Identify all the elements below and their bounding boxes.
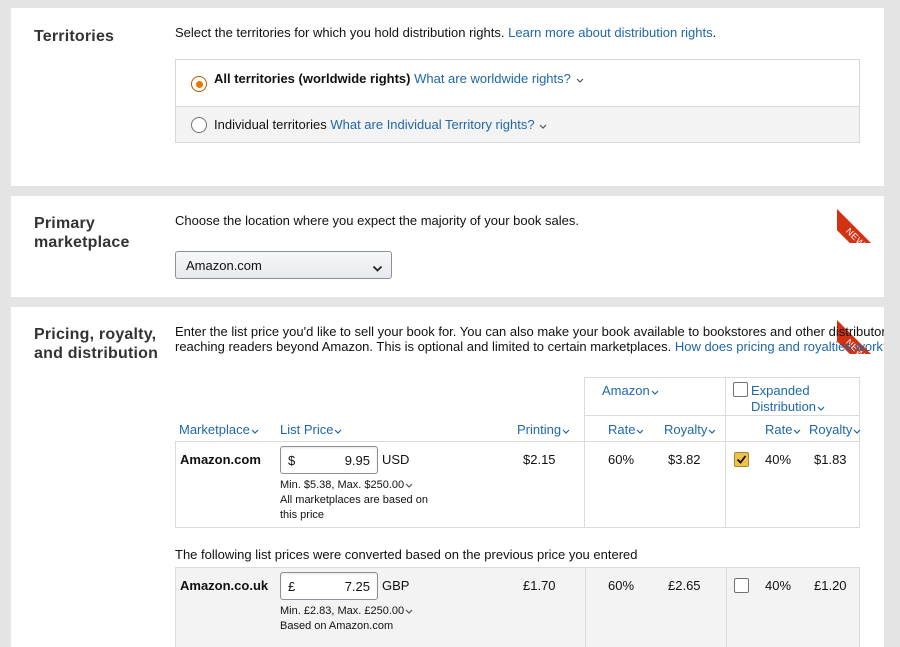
- chevron-down-icon: [404, 481, 414, 489]
- exp-rate: 40%: [765, 452, 792, 467]
- royalty-amount: £2.65: [668, 578, 701, 593]
- pricing-royalties-link[interactable]: How does pricing and royalties work?: [675, 339, 884, 354]
- expanded-distribution-checkbox[interactable]: [734, 578, 749, 593]
- marketplace-intro: Choose the location where you expect the…: [175, 213, 579, 228]
- chevron-down-icon: [707, 427, 717, 435]
- price-note: All marketplaces are based on this price: [280, 494, 428, 521]
- territory-option-all[interactable]: All territories (worldwide rights) What …: [175, 59, 860, 107]
- table-divider: [175, 441, 176, 528]
- chevron-down-icon: [561, 427, 571, 435]
- chevron-down-icon: [404, 607, 414, 615]
- exp-rate: 40%: [765, 578, 792, 593]
- row-marketplace: Amazon.com: [180, 452, 261, 467]
- marketplace-select-value: Amazon.com: [186, 258, 262, 273]
- marketplace-select[interactable]: Amazon.com: [175, 251, 392, 279]
- royalty-rate: 60%: [608, 578, 635, 593]
- territories-intro-text: Select the territories for which you hol…: [175, 25, 505, 40]
- royalty-amount: $3.82: [668, 452, 701, 467]
- chevron-down-icon: [635, 427, 645, 435]
- price-range[interactable]: Min. $5.38, Max. $250.00: [280, 478, 414, 493]
- col-header-exp-rate[interactable]: Rate: [765, 422, 802, 438]
- col-header-list-price[interactable]: List Price: [280, 422, 343, 438]
- expanded-distribution-checkbox[interactable]: [734, 452, 749, 467]
- col-header-marketplace[interactable]: Marketplace: [179, 422, 260, 438]
- list-price-input[interactable]: $ 9.95: [280, 446, 378, 474]
- printing-cost: $2.15: [523, 452, 556, 467]
- all-territories-label: All territories (worldwide rights): [214, 71, 411, 86]
- col-header-printing[interactable]: Printing: [517, 422, 571, 438]
- converted-note: The following list prices were converted…: [175, 547, 638, 562]
- chevron-down-icon: [372, 261, 383, 276]
- printing-cost: £1.70: [523, 578, 556, 593]
- royalty-rate: 60%: [608, 452, 635, 467]
- expanded-distribution-all-checkbox[interactable]: [733, 382, 748, 397]
- worldwide-rights-link[interactable]: What are worldwide rights?: [414, 71, 571, 86]
- chevron-down-icon[interactable]: [575, 76, 585, 84]
- chevron-down-icon: [852, 427, 862, 435]
- col-header-rate[interactable]: Rate: [608, 422, 645, 438]
- new-badge: NEW: [837, 196, 884, 243]
- exp-royalty: $1.83: [814, 452, 847, 467]
- table-row: [175, 567, 860, 647]
- primary-marketplace-section: Primary marketplace Choose the location …: [11, 196, 884, 297]
- pricing-section: Pricing, royalty, and distribution NEW E…: [11, 307, 884, 647]
- territories-section: Territories Select the territories for w…: [11, 8, 884, 186]
- chevron-down-icon: [250, 427, 260, 435]
- exp-royalty: £1.20: [814, 578, 847, 593]
- table-divider: [584, 415, 860, 416]
- table-divider: [859, 377, 860, 528]
- col-header-exp-royalty[interactable]: Royalty: [809, 422, 862, 438]
- table-divider: [584, 377, 860, 378]
- price-note: Based on Amazon.com: [280, 620, 394, 632]
- chevron-down-icon: [816, 404, 826, 412]
- price-range[interactable]: Min. £2.83, Max. £250.00: [280, 604, 414, 619]
- territory-option-individual[interactable]: Individual territories What are Individu…: [175, 107, 860, 143]
- learn-more-distribution-link[interactable]: Learn more about distribution rights: [508, 25, 713, 40]
- pricing-intro-line1: Enter the list price you'd like to sell …: [175, 324, 884, 339]
- pricing-title: Pricing, royalty, and distribution: [34, 326, 159, 362]
- pricing-intro-line2: reaching readers beyond Amazon. This is …: [175, 339, 884, 355]
- table-divider: [725, 377, 726, 528]
- currency-code: GBP: [382, 578, 410, 593]
- territories-intro: Select the territories for which you hol…: [175, 25, 717, 40]
- territories-title: Territories: [34, 28, 115, 45]
- chevron-down-icon[interactable]: [538, 122, 548, 130]
- col-header-royalty[interactable]: Royalty: [664, 422, 717, 438]
- individual-territory-rights-link[interactable]: What are Individual Territory rights?: [330, 117, 534, 132]
- individual-territories-radio[interactable]: [191, 117, 207, 133]
- all-territories-radio[interactable]: [191, 76, 207, 92]
- table-divider: [584, 377, 585, 528]
- row-marketplace: Amazon.co.uk: [180, 578, 269, 593]
- currency-code: USD: [382, 452, 410, 467]
- chevron-down-icon: [333, 427, 343, 435]
- chevron-down-icon: [792, 427, 802, 435]
- individual-territories-label: Individual territories: [214, 117, 327, 132]
- expanded-distribution-column-group[interactable]: Expanded Distribution: [751, 383, 826, 415]
- primary-marketplace-title: Primary marketplace: [34, 215, 130, 251]
- list-price-input[interactable]: £ 7.25: [280, 572, 378, 600]
- amazon-column-group[interactable]: Amazon: [602, 383, 660, 399]
- table-divider: [175, 527, 860, 528]
- table-divider: [175, 441, 860, 442]
- chevron-down-icon: [650, 388, 660, 396]
